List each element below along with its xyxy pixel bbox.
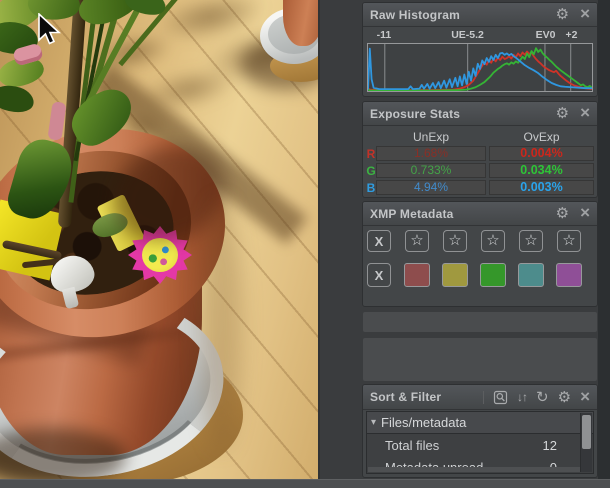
histogram-axis-label: -11 [377,29,392,41]
unexp-value: 4.94% [376,180,486,195]
close-icon[interactable]: × [580,388,590,405]
clear-color-label-button[interactable]: X [367,263,391,287]
color-label-yellow-button[interactable] [442,263,468,287]
collapse-triangle-icon[interactable]: ▾ [371,417,376,428]
rating-star-2-button[interactable]: ☆ [443,230,467,252]
column-header-ovexp: OvExp [489,130,594,144]
floor-soft-shadow-right [200,200,242,450]
histogram-axis-label: EV0 [536,29,556,41]
rating-star-3-button[interactable]: ☆ [481,230,505,252]
histogram-axis-labels: -11 UE-5.2 EV0 +2 [367,29,593,41]
dock-right-edge [598,0,610,479]
star-icon: ☆ [448,233,461,248]
tree-item-total-files[interactable]: Total files 12 [367,434,593,456]
color-label-blue-button[interactable] [518,263,544,287]
gear-icon[interactable]: ⚙ [556,7,569,22]
mouse-cursor [38,13,62,47]
close-icon[interactable]: × [580,204,590,221]
collapsed-section [362,311,598,333]
exposure-row-green: G 0.733% 0.034% [363,163,597,178]
panel-title: Exposure Stats [370,107,460,121]
close-icon[interactable]: × [580,104,590,121]
clear-rating-label: X [375,234,384,249]
panel-title: Sort & Filter [370,390,441,404]
ovexp-value: 0.034% [489,163,594,178]
exposure-row-red: R 1.68% 0.004% [363,146,597,161]
photo-viewport[interactable] [0,0,318,479]
panel-header[interactable]: Exposure Stats ⚙ × [363,102,597,126]
panel-raw-histogram: Raw Histogram ⚙ × -11 UE-5.2 EV0 +2 [362,2,598,97]
histogram-axis-label: UE-5.2 [451,29,484,41]
star-icon: ☆ [524,233,537,248]
ovexp-value: 0.004% [489,146,594,161]
gear-icon[interactable]: ⚙ [556,206,569,221]
ovexp-value: 0.003% [489,180,594,195]
star-icon: ☆ [486,233,499,248]
panel-title: XMP Metadata [370,207,454,221]
channel-label: G [366,164,376,178]
panel-exposure-stats: Exposure Stats ⚙ × UnExp OvExp R 1.68% 0… [362,101,598,198]
horizontal-scrollbar[interactable] [368,467,580,472]
panel-xmp-metadata: XMP Metadata ⚙ × X ☆ ☆ ☆ ☆ ☆ X [362,201,598,307]
collapsed-section [362,337,598,382]
rating-star-4-button[interactable]: ☆ [519,230,543,252]
close-icon[interactable]: × [580,5,590,22]
clear-color-label: X [375,268,384,283]
file-search-icon[interactable] [493,390,508,405]
scrollbar-thumb[interactable] [582,415,591,449]
gear-icon[interactable]: ⚙ [556,106,569,121]
channel-label: B [366,181,376,195]
item-label: Total files [385,438,543,453]
exposure-row-blue: B 4.94% 0.003% [363,180,597,195]
pinwheel-center [142,238,178,272]
star-icon: ☆ [410,233,423,248]
item-value: 12 [543,438,557,453]
panel-header[interactable]: Raw Histogram ⚙ × [363,3,597,27]
panel-header[interactable]: XMP Metadata ⚙ × [363,202,597,226]
filter-tree: ▾ Files/metadata Total files 12 Metadata… [366,411,594,474]
panel-header[interactable]: Sort & Filter ↓↑ ↻ ⚙ × [363,385,597,410]
vertical-scrollbar[interactable] [580,413,592,472]
histogram-axis-label: +2 [566,29,578,41]
color-label-red-button[interactable] [404,263,430,287]
tree-group-label: Files/metadata [381,415,466,430]
channel-label: R [366,147,376,161]
color-label-purple-button[interactable] [556,263,582,287]
divider [483,391,484,404]
rating-star-5-button[interactable]: ☆ [557,230,581,252]
histogram-chart [368,44,592,91]
unexp-value: 0.733% [376,163,486,178]
histogram-plot [367,43,593,92]
rating-star-1-button[interactable]: ☆ [405,230,429,252]
column-header-unexp: UnExp [376,130,486,144]
color-label-green-button[interactable] [480,263,506,287]
sort-icon[interactable]: ↓↑ [517,390,527,404]
tree-group-files-metadata[interactable]: ▾ Files/metadata [367,412,593,434]
star-icon: ☆ [562,233,575,248]
panel-title: Raw Histogram [370,8,460,22]
panel-sort-filter: Sort & Filter ↓↑ ↻ ⚙ × ▾ Files/metadata … [362,384,598,478]
unexp-value: 1.68% [376,146,486,161]
refresh-icon[interactable]: ↻ [536,390,549,405]
gear-icon[interactable]: ⚙ [558,390,571,405]
clear-rating-button[interactable]: X [367,230,391,252]
